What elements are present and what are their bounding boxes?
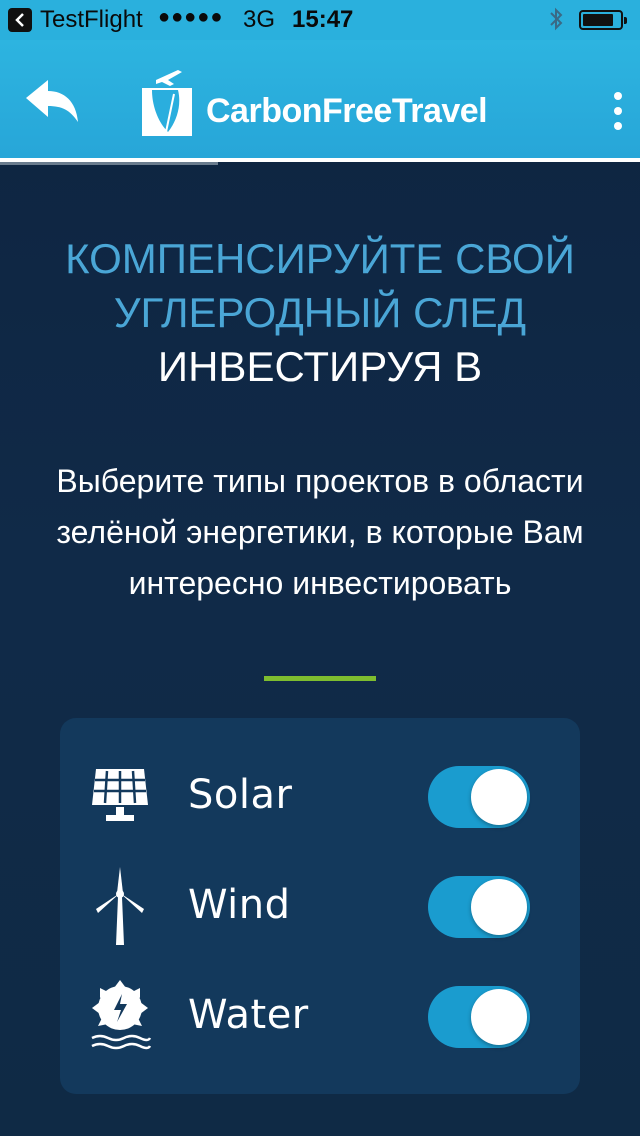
option-row-solar: Solar xyxy=(60,750,580,840)
nav-tab-indicator xyxy=(0,162,218,165)
option-row-wind: Wind xyxy=(60,860,580,950)
more-menu-button[interactable] xyxy=(606,92,630,136)
network-type: 3G xyxy=(243,6,276,33)
solar-panel-icon xyxy=(88,750,152,840)
page-headline: КОМПЕНСИРУЙТЕ СВОЙ УГЛЕРОДНЫЙ СЛЕД ИНВЕС… xyxy=(0,232,640,394)
headline-line-3: ИНВЕСТИРУЯ В xyxy=(157,343,483,390)
back-to-app-icon[interactable] xyxy=(8,8,32,32)
water-turbine-icon xyxy=(88,970,152,1060)
toggle-water[interactable] xyxy=(428,986,530,1048)
status-time: 15:47 xyxy=(292,6,354,33)
status-bar: TestFlight ●●●●● 3G 15:47 xyxy=(0,0,640,40)
back-button[interactable] xyxy=(22,76,82,128)
option-label-wind: Wind xyxy=(188,882,291,928)
option-label-water: Water xyxy=(188,992,309,1038)
option-row-water: Water xyxy=(60,970,580,1060)
option-label-solar: Solar xyxy=(188,772,293,818)
toggle-solar[interactable] xyxy=(428,766,530,828)
status-app-name[interactable]: TestFlight xyxy=(40,6,143,34)
brand-title: CarbonFreeTravel xyxy=(206,92,488,130)
headline-line-1: КОМПЕНСИРУЙТЕ СВОЙ xyxy=(65,235,575,282)
green-divider xyxy=(264,676,376,681)
wind-turbine-icon xyxy=(88,860,152,950)
headline-line-2: УГЛЕРОДНЫЙ СЛЕД xyxy=(113,289,527,336)
signal-strength: ●●●●● xyxy=(158,6,224,28)
bluetooth-icon xyxy=(548,6,564,39)
page-subtitle: Выберите типы проектов в области зелёной… xyxy=(56,463,584,601)
carbonfreetravel-logo-icon xyxy=(138,66,196,140)
more-vertical-icon xyxy=(614,92,622,100)
battery-icon xyxy=(579,10,627,30)
energy-options-card: Solar Wind Water xyxy=(60,718,580,1094)
reply-arrow-icon xyxy=(26,80,78,122)
toggle-wind[interactable] xyxy=(428,876,530,938)
